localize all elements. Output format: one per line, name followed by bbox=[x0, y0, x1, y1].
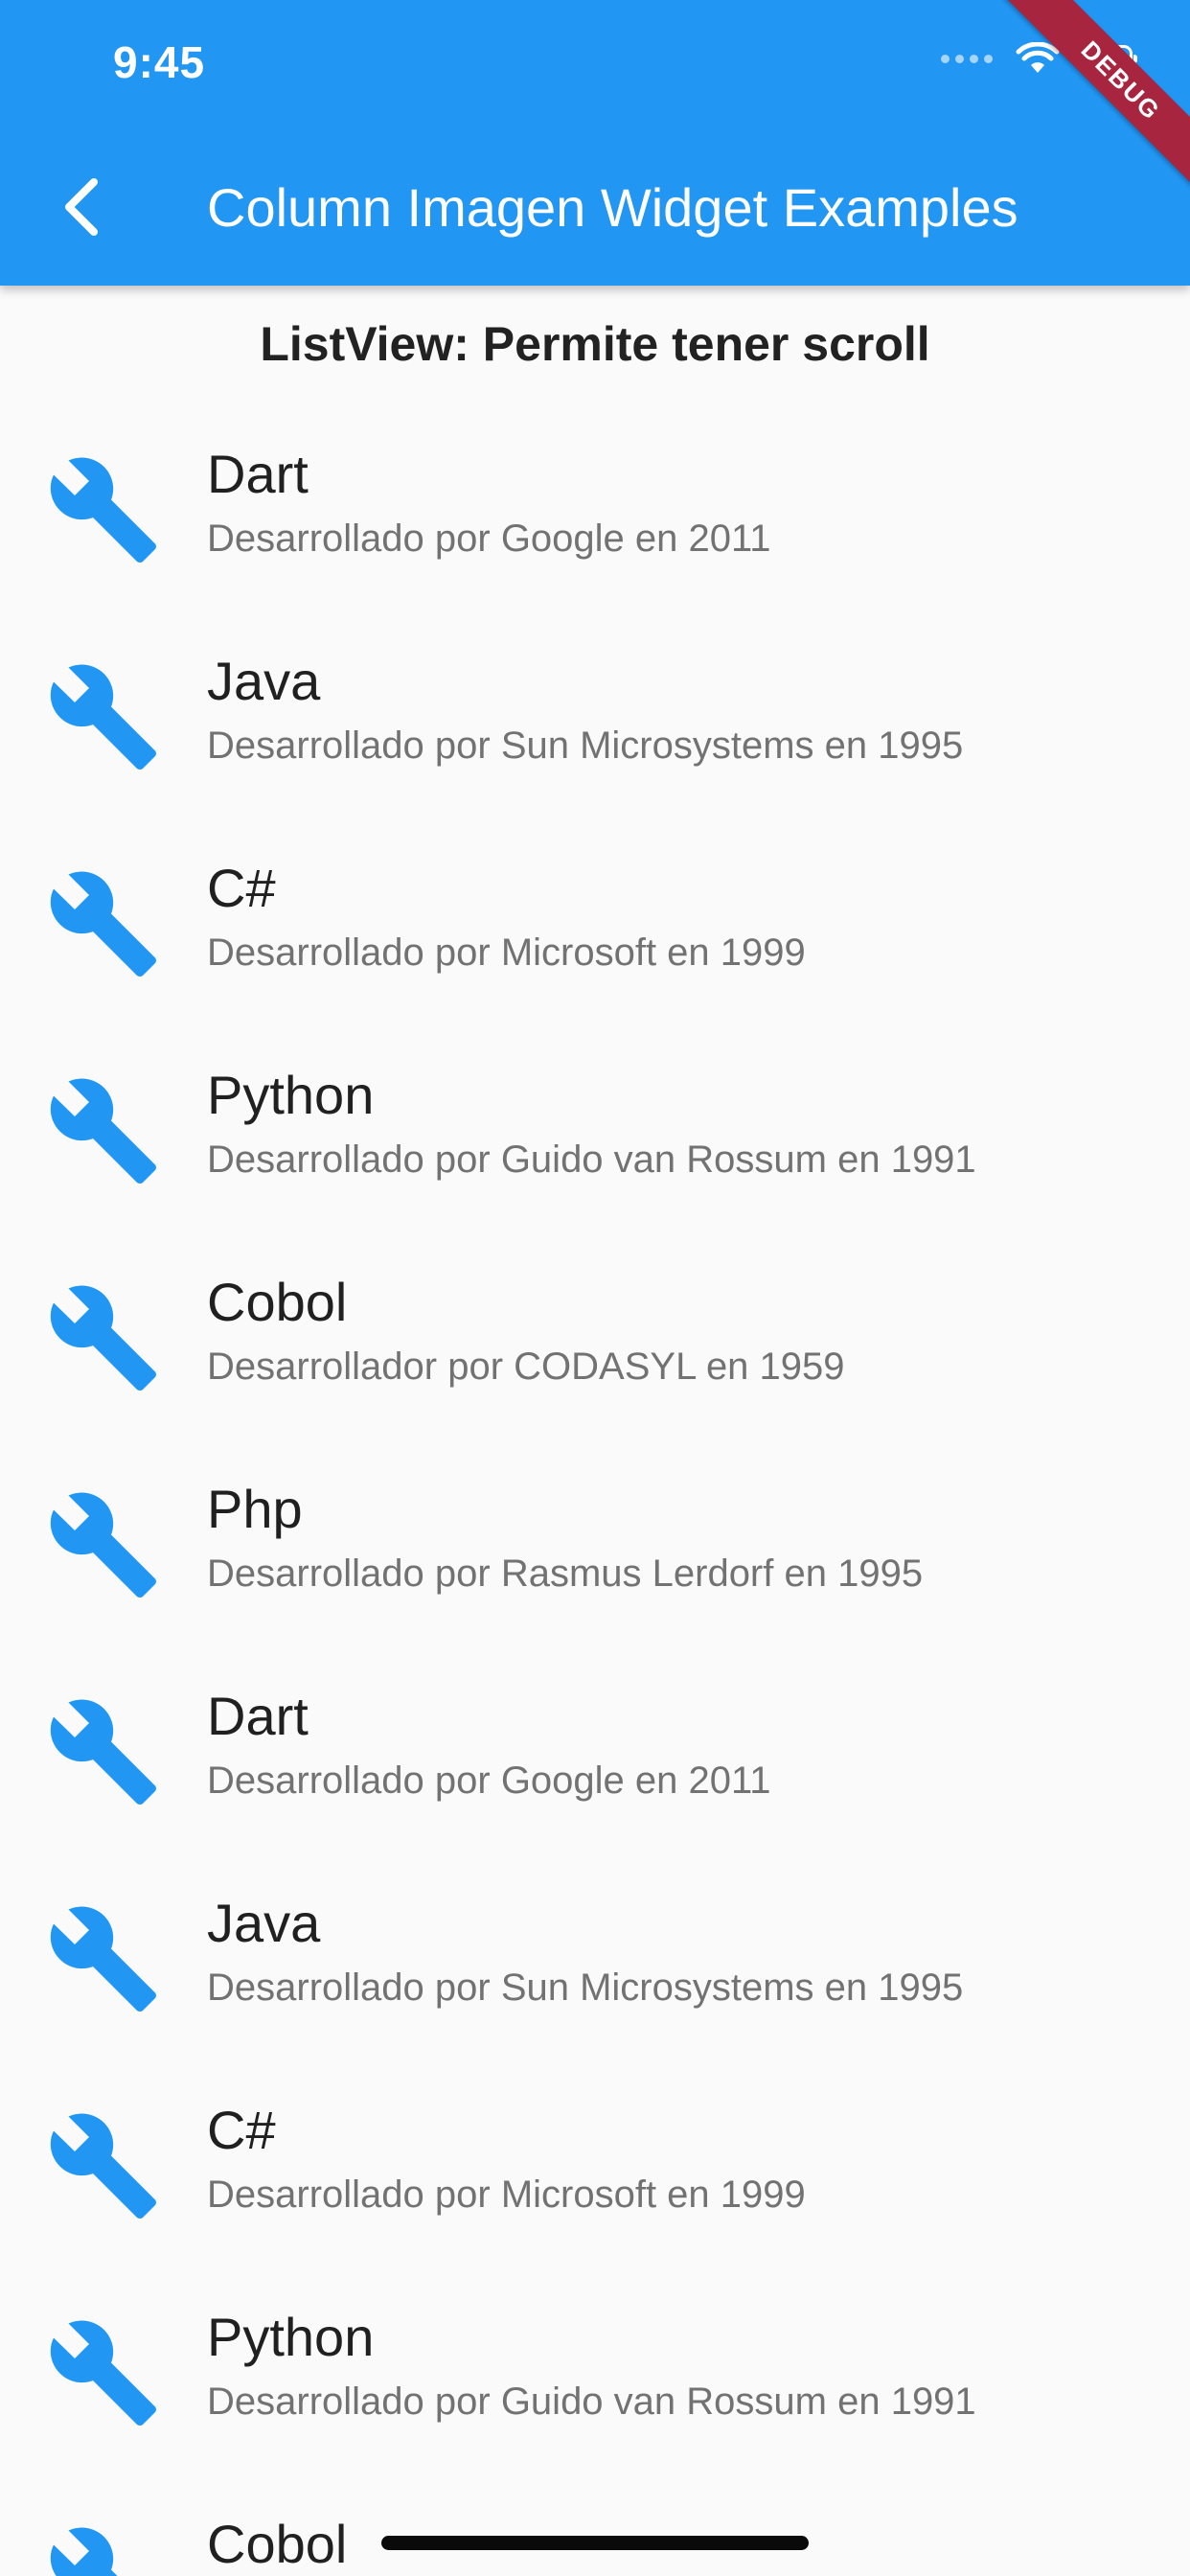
wrench-icon bbox=[46, 1073, 161, 1188]
list-item-subtitle: Desarrollado por Rasmus Lerdorf en 1995 bbox=[207, 1552, 924, 1595]
wrench-icon bbox=[46, 1280, 161, 1395]
wrench-icon bbox=[46, 659, 161, 774]
list-item-title: Java bbox=[207, 1893, 321, 1953]
home-indicator bbox=[381, 2536, 809, 2550]
list-item-subtitle: Desarrollador por CODASYL en 1959 bbox=[207, 1346, 845, 1388]
list-item-title: Python bbox=[207, 1065, 375, 1125]
wrench-icon bbox=[46, 2108, 161, 2223]
list-item-title: Dart bbox=[207, 1686, 309, 1746]
list-item-subtitle: Desarrollado por Guido van Rossum en 199… bbox=[207, 1138, 976, 1181]
list-item[interactable]: Cobol Desarrollador por CODASYL en 1959 bbox=[0, 1240, 1190, 1447]
list-item-subtitle: Desarrollado por Microsoft en 1999 bbox=[207, 932, 806, 974]
chevron-left-icon bbox=[65, 178, 98, 236]
list-item-title: Php bbox=[207, 1479, 303, 1539]
list-item-subtitle: Desarrollado por Google en 2011 bbox=[207, 1760, 771, 1802]
list-item-subtitle: Desarrollado por Guido van Rossum en 199… bbox=[207, 2380, 976, 2423]
list-item[interactable]: Java Desarrollado por Sun Microsystems en… bbox=[0, 619, 1190, 826]
wrench-icon bbox=[46, 866, 161, 981]
list-item-title: Dart bbox=[207, 444, 309, 504]
wrench-icon bbox=[46, 1901, 161, 2016]
list-item[interactable]: C# Desarrollado por Microsoft en 1999 bbox=[0, 826, 1190, 1033]
list-view[interactable]: Dart Desarrollado por Google en 2011 Java D… bbox=[0, 412, 1190, 2576]
list-item[interactable]: Python Desarrollado por Guido van Rossum … bbox=[0, 2275, 1190, 2482]
list-item-subtitle: Desarrollado por Sun Microsystems en 199… bbox=[207, 724, 964, 767]
signal-icon bbox=[941, 54, 993, 63]
wifi-icon bbox=[1016, 42, 1060, 73]
list-item-title: Python bbox=[207, 2307, 375, 2367]
list-item[interactable]: C# Desarrollado por Microsoft en 1999 bbox=[0, 2068, 1190, 2275]
list-item[interactable]: Php Desarrollado por Rasmus Lerdorf en 19… bbox=[0, 1447, 1190, 1654]
list-item-title: C# bbox=[207, 858, 276, 918]
list-item[interactable]: Java Desarrollado por Sun Microsystems en… bbox=[0, 1861, 1190, 2068]
back-button[interactable] bbox=[48, 169, 115, 245]
list-item-title: Cobol bbox=[207, 2514, 348, 2574]
app-bar: 9:45 Column Imagen Widget Examples bbox=[0, 0, 1190, 286]
wrench-icon bbox=[46, 1487, 161, 1602]
list-item[interactable]: Dart Desarrollado por Google en 2011 bbox=[0, 412, 1190, 619]
status-time: 9:45 bbox=[113, 37, 206, 87]
list-item-subtitle: Desarrollado por Google en 2011 bbox=[207, 518, 771, 560]
wrench-icon bbox=[46, 452, 161, 567]
page-title: Column Imagen Widget Examples bbox=[207, 177, 1018, 238]
wrench-icon bbox=[46, 1694, 161, 1809]
list-item[interactable]: Dart Desarrollado por Google en 2011 bbox=[0, 1654, 1190, 1861]
wrench-icon bbox=[46, 2522, 161, 2576]
wrench-icon bbox=[46, 2315, 161, 2430]
list-item-title: C# bbox=[207, 2100, 276, 2160]
list-item[interactable]: Python Desarrollado por Guido van Rossum … bbox=[0, 1033, 1190, 1240]
list-item-title: Java bbox=[207, 651, 321, 711]
list-item-subtitle: Desarrollado por Microsoft en 1999 bbox=[207, 2174, 806, 2216]
section-title: ListView: Permite tener scroll bbox=[260, 317, 930, 371]
list-item-subtitle: Desarrollado por Sun Microsystems en 199… bbox=[207, 1966, 964, 2009]
list-item-title: Cobol bbox=[207, 1272, 348, 1332]
list-item[interactable]: Cobol bbox=[0, 2482, 1190, 2576]
